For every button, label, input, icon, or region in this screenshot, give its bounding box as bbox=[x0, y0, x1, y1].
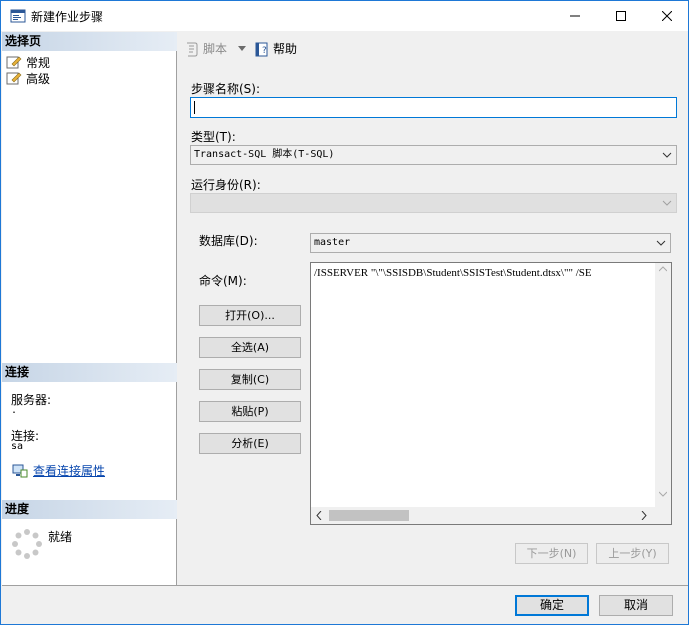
parse-button[interactable]: 分析(E) bbox=[199, 433, 301, 454]
horizontal-scrollbar[interactable] bbox=[311, 507, 671, 524]
select-all-button[interactable]: 全选(A) bbox=[199, 337, 301, 358]
scroll-down-icon[interactable] bbox=[659, 491, 667, 497]
view-connection-properties-link[interactable]: 查看连接属性 bbox=[12, 462, 105, 479]
close-button[interactable] bbox=[644, 1, 689, 31]
chevron-down-icon bbox=[656, 240, 666, 246]
connection-header: 连接 bbox=[2, 363, 177, 382]
page-item-label: 常规 bbox=[26, 55, 51, 70]
app-icon bbox=[10, 9, 26, 23]
connection-value: sa bbox=[11, 441, 24, 452]
maximize-button[interactable] bbox=[598, 1, 644, 31]
minimize-icon bbox=[570, 15, 580, 17]
scroll-up-icon[interactable] bbox=[659, 266, 667, 272]
type-select[interactable]: Transact-SQL 脚本(T-SQL) bbox=[190, 145, 677, 165]
ok-button[interactable]: 确定 bbox=[515, 595, 589, 616]
footer-divider bbox=[2, 585, 688, 586]
text-caret bbox=[194, 101, 195, 114]
database-value: master bbox=[314, 237, 351, 248]
select-page-header: 选择页 bbox=[2, 32, 177, 51]
dialog-window: 新建作业步骤 选择页 常规 高级 连接 服务器: . 连接: sa 查看连接属性… bbox=[0, 0, 689, 625]
server-value: . bbox=[11, 405, 18, 416]
run-as-select[interactable] bbox=[190, 193, 677, 213]
help-label: 帮助 bbox=[273, 42, 298, 56]
close-icon bbox=[662, 11, 672, 21]
page-icon bbox=[6, 72, 22, 85]
page-icon bbox=[6, 56, 22, 69]
maximize-icon bbox=[616, 11, 626, 21]
vertical-scrollbar[interactable] bbox=[655, 263, 671, 508]
help-icon: ? bbox=[255, 42, 268, 56]
scroll-left-icon[interactable] bbox=[316, 511, 322, 520]
type-label: 类型(T): bbox=[191, 130, 236, 144]
window-title: 新建作业步骤 bbox=[31, 10, 104, 24]
paste-button[interactable]: 粘贴(P) bbox=[199, 401, 301, 422]
cancel-button[interactable]: 取消 bbox=[599, 595, 673, 616]
page-item-label: 高级 bbox=[26, 71, 51, 86]
dropdown-arrow-icon[interactable] bbox=[238, 46, 246, 51]
type-value: Transact-SQL 脚本(T-SQL) bbox=[194, 149, 335, 160]
page-item-general[interactable]: 常规 bbox=[6, 54, 50, 70]
scroll-right-icon[interactable] bbox=[641, 511, 647, 520]
chevron-down-icon bbox=[662, 152, 672, 158]
page-item-advanced[interactable]: 高级 bbox=[6, 70, 50, 86]
left-pane: 选择页 常规 高级 连接 服务器: . 连接: sa 查看连接属性 进度 就绪 bbox=[2, 32, 177, 585]
run-as-label: 运行身份(R): bbox=[191, 178, 261, 192]
toolbar: 脚本 ? 帮助 bbox=[178, 32, 688, 64]
svg-text:?: ? bbox=[262, 46, 267, 56]
chevron-down-icon bbox=[662, 200, 672, 206]
help-button[interactable]: ? 帮助 bbox=[254, 40, 297, 57]
step-name-label: 步骤名称(S): bbox=[191, 82, 261, 96]
view-connection-properties-label: 查看连接属性 bbox=[33, 464, 106, 478]
command-label: 命令(M): bbox=[199, 274, 247, 288]
script-label: 脚本 bbox=[203, 42, 228, 56]
database-label: 数据库(D): bbox=[199, 234, 258, 248]
next-step-button[interactable]: 下一步(N) bbox=[515, 543, 588, 564]
progress-header: 进度 bbox=[2, 500, 177, 519]
progress-spinner-icon bbox=[12, 529, 42, 559]
right-pane: 脚本 ? 帮助 步骤名称(S): 类型(T): Transact-SQL 脚本(… bbox=[178, 32, 688, 585]
progress-status: 就绪 bbox=[48, 530, 73, 544]
script-button[interactable]: 脚本 bbox=[184, 40, 227, 57]
horizontal-scroll-thumb[interactable] bbox=[329, 510, 409, 521]
title-bar[interactable]: 新建作业步骤 bbox=[1, 1, 688, 31]
script-icon bbox=[187, 42, 198, 56]
command-text: /ISSERVER "\"\SSISDB\Student\SSISTest\St… bbox=[314, 267, 592, 279]
minimize-button[interactable] bbox=[552, 1, 598, 31]
previous-step-button[interactable]: 上一步(Y) bbox=[596, 543, 669, 564]
step-name-input[interactable] bbox=[190, 97, 677, 118]
copy-button[interactable]: 复制(C) bbox=[199, 369, 301, 390]
command-textarea[interactable]: /ISSERVER "\"\SSISDB\Student\SSISTest\St… bbox=[310, 262, 672, 525]
database-select[interactable]: master bbox=[310, 233, 671, 253]
open-button[interactable]: 打开(O)... bbox=[199, 305, 301, 326]
connection-properties-icon bbox=[12, 464, 28, 477]
